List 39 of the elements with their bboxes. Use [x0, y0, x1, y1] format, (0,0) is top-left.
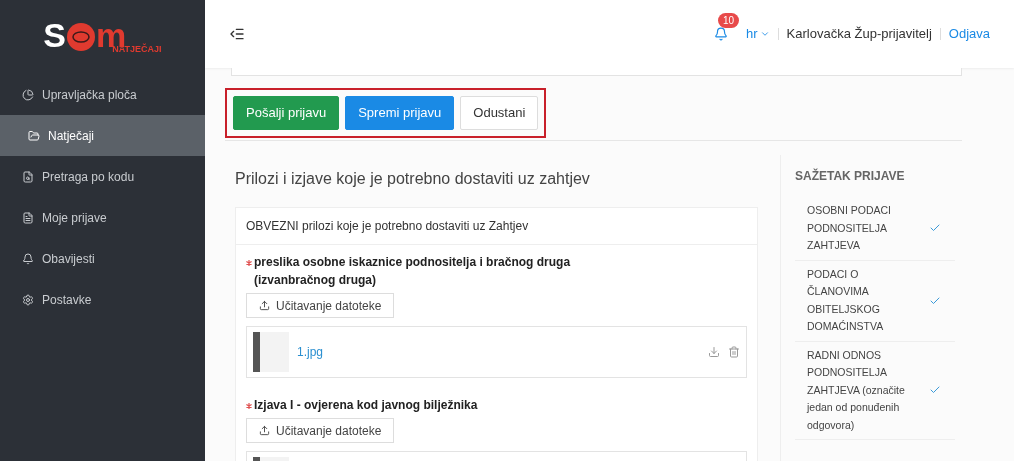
bell-icon: [22, 252, 34, 265]
summary-title: SAŽETAK PRIJAVE: [795, 167, 906, 185]
file-link[interactable]: 1.jpg: [297, 343, 324, 361]
settings-icon: [22, 293, 34, 306]
chevron-down-icon: [759, 29, 770, 39]
upload-icon: [259, 300, 270, 311]
sidebar-item[interactable]: Pretraga po kodu: [0, 156, 205, 197]
sidebar-item[interactable]: Natječaji: [0, 115, 205, 156]
sidebar-item[interactable]: Obavijesti: [0, 238, 205, 279]
summary-item: OSOBNI PODACI PODNOSITELJA ZAHTJEVA: [807, 203, 892, 253]
logout-link[interactable]: Odjava: [948, 24, 990, 44]
language-selector[interactable]: hr: [746, 24, 770, 44]
upload-icon: [259, 425, 270, 436]
summary-item: PODACI O ČLANOVIMA OBITELJSKOG DOMAĆINSTVA: [807, 266, 885, 334]
user-name: Karlovačka Žup-prijavitelj: [786, 25, 932, 44]
sidebar-item[interactable]: Postavke: [0, 279, 205, 320]
thumbnail-placeholder: [253, 332, 289, 372]
upload-button[interactable]: Učitavanje datoteke: [246, 418, 395, 443]
notification-bell-icon[interactable]: [714, 27, 728, 41]
sidebar-item[interactable]: Moje prijave: [0, 197, 205, 238]
attachment-label: preslika osobne iskaznice podnositelja i bračnog druga (izvanbračnog druga): [254, 254, 572, 289]
sidebar-item[interactable]: Upravljačka ploča: [0, 74, 205, 115]
action-button[interactable]: Spremi prijavu: [345, 96, 455, 130]
delete-icon[interactable]: [728, 346, 740, 358]
document-icon: [22, 211, 34, 224]
action-button[interactable]: Odustani: [460, 96, 539, 130]
download-icon[interactable]: [708, 346, 720, 358]
document-icon: [22, 170, 34, 183]
notification-count-badge: 10: [718, 13, 740, 28]
upload-button[interactable]: Učitavanje datoteke: [246, 293, 395, 318]
folder-icon: [28, 129, 40, 142]
logo: S mNATJEČAJI: [42, 15, 163, 56]
card-title: OBVEZNI prilozi koje je potrebno dostaviti uz Zahtjev: [236, 208, 757, 245]
summary-item: RADNI ODNOS PODNOSITELJA ZAHTJEVA (označite jedan od ponuđenih odgovora): [807, 347, 906, 433]
action-button[interactable]: Pošalji prijavu: [233, 96, 340, 130]
attachment-label: Izjava I - ovjerena kod javnog bilježnika: [254, 397, 479, 414]
pie-chart-icon: [22, 88, 34, 101]
menu-icon[interactable]: [229, 26, 245, 42]
section-title: Prilozi i izjave koje je potrebno dostaviti uz zahtjev: [235, 169, 591, 189]
